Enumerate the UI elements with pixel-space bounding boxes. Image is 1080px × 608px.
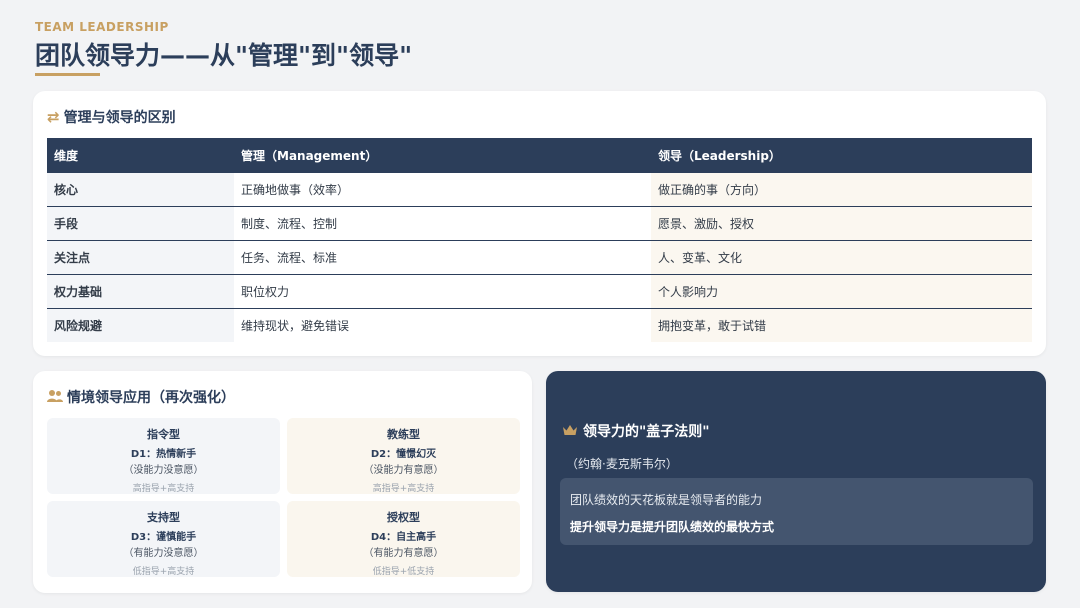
swap-arrows-icon: ⇄ xyxy=(47,107,60,126)
quadrant-desc: （有能力没意愿） xyxy=(123,548,204,559)
quadrant-stage: D2：憧憬幻灭 xyxy=(370,449,437,460)
quadrant-stage: D3：谨慎能手 xyxy=(130,532,197,543)
lid-law-line-2: 提升领导力是提升团队绩效的最快方式 xyxy=(570,520,775,534)
comparison-table: 维度 管理（Management） 领导（Leadership） 核心 正确地做… xyxy=(47,138,1032,342)
quadrant-supporting: 支持型 D3：谨慎能手 （有能力没意愿） 低指导+高支持 xyxy=(47,501,280,577)
slide: TEAM LEADERSHIP 团队领导力——从"管理"到"领导" ⇄ 管理与领… xyxy=(0,0,1080,608)
lid-law-quote-box: 团队绩效的天花板就是领导者的能力 提升领导力是提升团队绩效的最快方式 xyxy=(560,478,1033,545)
lid-law-card: 领导力的"盖子法则" （约翰·麦克斯韦尔） 团队绩效的天花板就是领导者的能力 提… xyxy=(546,371,1046,592)
lid-law-title-text: 领导力的"盖子法则" xyxy=(583,424,710,440)
situational-title: 情境领导应用（再次强化） xyxy=(47,387,235,407)
table-cell: 权力基础 xyxy=(47,273,234,309)
situational-card: 情境领导应用（再次强化） 指令型 D1：热情新手 （没能力没意愿） 高指导+高支… xyxy=(33,371,532,593)
table-row: 手段 制度、流程、控制 愿景、激励、授权 xyxy=(47,206,1032,241)
table-row: 风险规避 维持现状，避免错误 拥抱变革，敢于试错 xyxy=(47,307,1032,342)
table-row: 权力基础 职位权力 个人影响力 xyxy=(47,273,1032,309)
table-header-row: 维度 管理（Management） 领导（Leadership） xyxy=(47,138,1032,173)
quadrant-coaching: 教练型 D2：憧憬幻灭 （没能力有意愿） 高指导+高支持 xyxy=(287,418,520,494)
table-cell: 制度、流程、控制 xyxy=(234,206,651,241)
table-cell: 愿景、激励、授权 xyxy=(651,206,1032,241)
table-cell: 维持现状，避免错误 xyxy=(234,307,651,342)
quadrant-name: 教练型 xyxy=(387,428,420,441)
quadrant-name: 授权型 xyxy=(387,511,420,524)
quadrant-name: 指令型 xyxy=(147,428,180,441)
quadrant-desc: （没能力没意愿） xyxy=(123,465,204,476)
comparison-card: ⇄ 管理与领导的区别 维度 管理（Management） 领导（Leadersh… xyxy=(33,91,1046,356)
quadrant-desc: （没能力有意愿） xyxy=(363,465,444,476)
comparison-title-text: 管理与领导的区别 xyxy=(63,110,176,126)
comparison-title: ⇄ 管理与领导的区别 xyxy=(47,107,176,127)
quadrant-stage: D1：热情新手 xyxy=(130,449,197,460)
table-cell: 关注点 xyxy=(47,240,234,275)
quadrant-desc: （有能力有意愿） xyxy=(363,548,444,559)
table-row: 关注点 任务、流程、标准 人、变革、文化 xyxy=(47,240,1032,275)
table-cell: 任务、流程、标准 xyxy=(234,240,651,275)
table-cell: 手段 xyxy=(47,206,234,241)
lid-law-title: 领导力的"盖子法则" xyxy=(562,421,710,441)
table-cell: 做正确的事（方向） xyxy=(651,173,1032,207)
lid-law-author: （约翰·麦克斯韦尔） xyxy=(566,457,678,471)
eyebrow-label: TEAM LEADERSHIP xyxy=(35,20,169,34)
table-cell: 个人影响力 xyxy=(651,273,1032,309)
situational-title-text: 情境领导应用（再次强化） xyxy=(67,390,235,406)
column-header: 管理（Management） xyxy=(234,138,651,173)
table-cell: 职位权力 xyxy=(234,273,651,309)
column-header: 维度 xyxy=(47,138,234,173)
quadrant-style: 高指导+高支持 xyxy=(372,484,435,494)
table-row: 核心 正确地做事（效率） 做正确的事（方向） xyxy=(47,173,1032,207)
table-cell: 核心 xyxy=(47,173,234,207)
quadrant-delegating: 授权型 D4：自主高手 （有能力有意愿） 低指导+低支持 xyxy=(287,501,520,577)
quadrant-directing: 指令型 D1：热情新手 （没能力没意愿） 高指导+高支持 xyxy=(47,418,280,494)
page-title: 团队领导力——从"管理"到"领导" xyxy=(35,41,413,70)
quadrant-style: 低指导+高支持 xyxy=(132,567,195,577)
users-icon xyxy=(47,389,63,406)
quadrant-name: 支持型 xyxy=(147,511,180,524)
column-header: 领导（Leadership） xyxy=(651,138,1032,173)
table-cell: 人、变革、文化 xyxy=(651,240,1032,275)
title-underline xyxy=(35,73,100,76)
table-cell: 正确地做事（效率） xyxy=(234,173,651,207)
quadrant-style: 低指导+低支持 xyxy=(372,567,435,577)
lid-law-line-1: 团队绩效的天花板就是领导者的能力 xyxy=(570,493,763,507)
quadrant-stage: D4：自主高手 xyxy=(370,532,437,543)
quadrant-style: 高指导+高支持 xyxy=(132,484,195,494)
table-cell: 拥抱变革，敢于试错 xyxy=(651,307,1032,342)
table-cell: 风险规避 xyxy=(47,307,234,342)
crown-icon xyxy=(562,424,578,439)
